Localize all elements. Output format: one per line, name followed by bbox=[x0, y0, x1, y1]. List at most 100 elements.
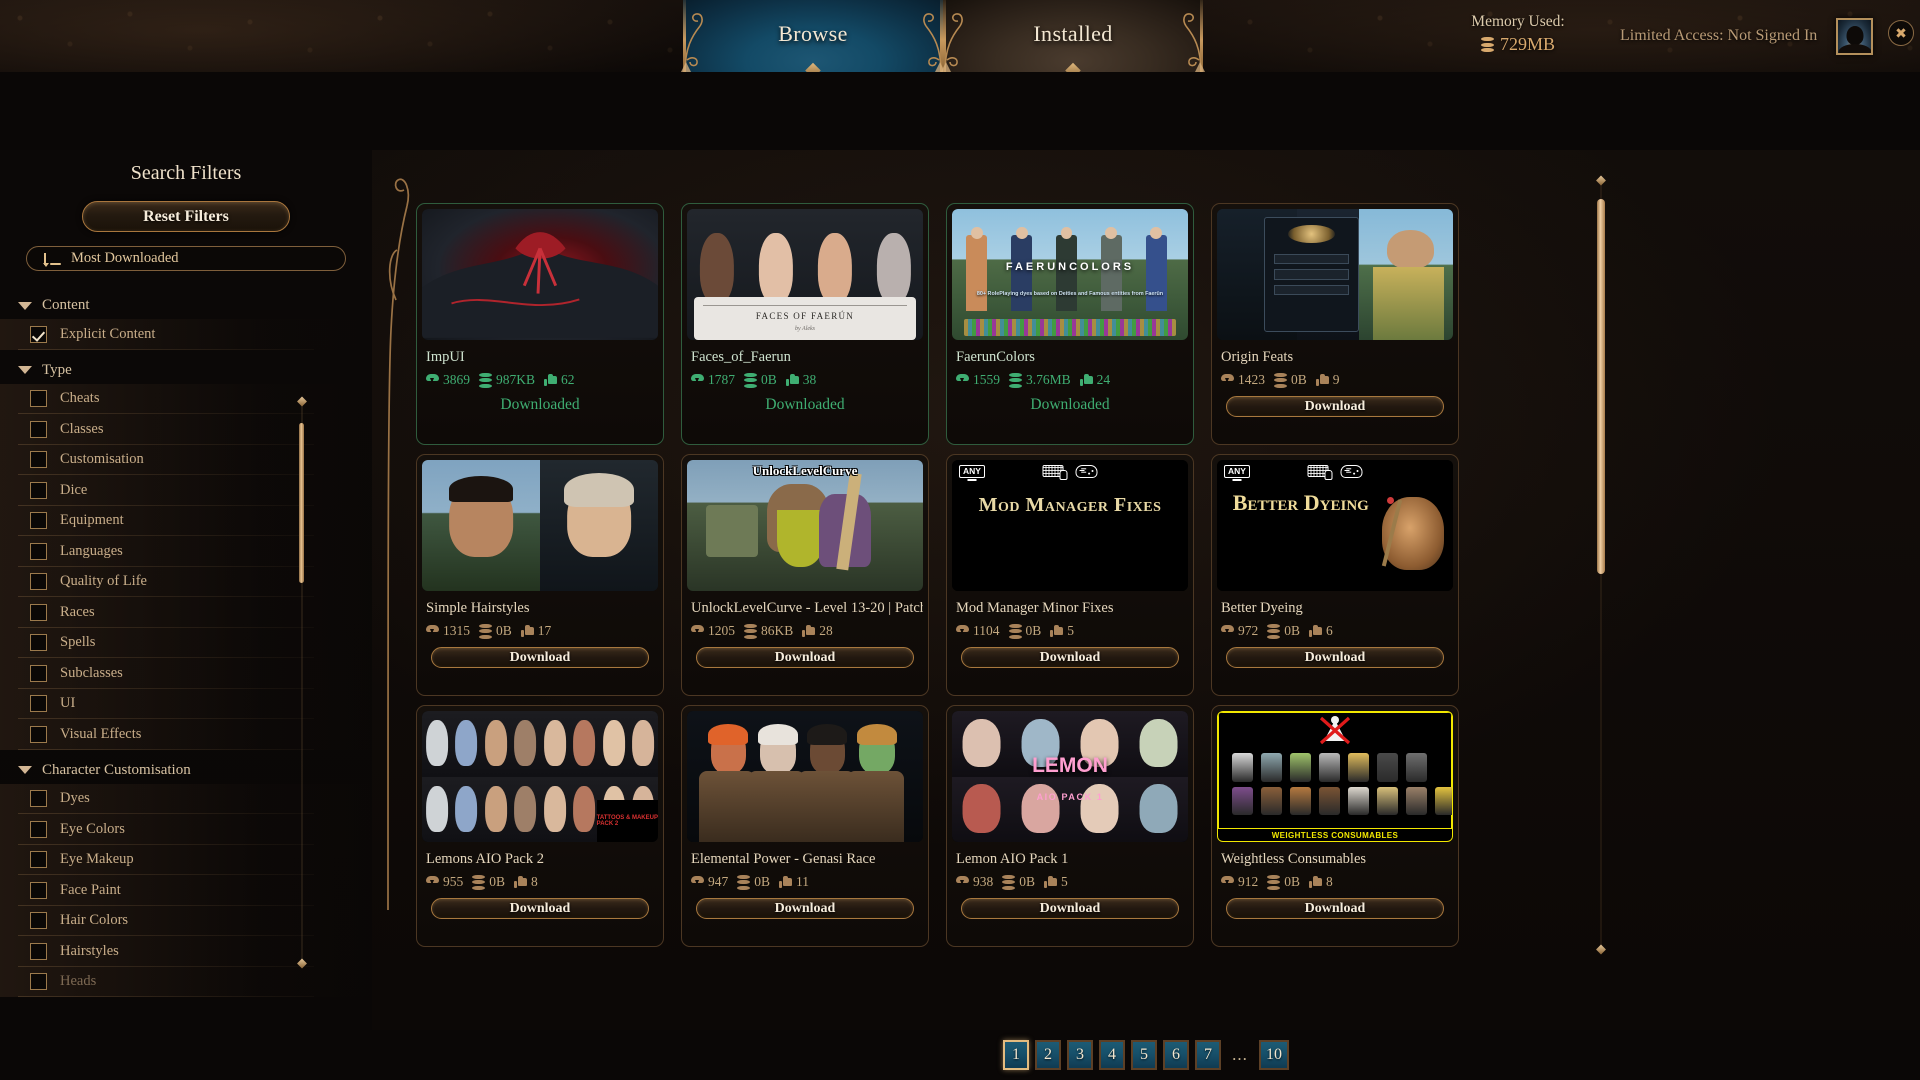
sort-dropdown[interactable]: Most Downloaded bbox=[26, 246, 346, 271]
filter-item-customisation[interactable]: Customisation bbox=[0, 444, 372, 475]
checkbox-icon[interactable] bbox=[30, 912, 47, 930]
download-button[interactable]: Download bbox=[961, 898, 1179, 919]
account-status[interactable]: Limited Access: Not Signed In bbox=[1620, 27, 1817, 45]
checkbox-icon[interactable] bbox=[30, 790, 47, 808]
checkbox-icon[interactable] bbox=[30, 451, 47, 469]
mod-card[interactable]: FACES OF FAERÚN by Aleks Faces_of_Faerun… bbox=[681, 203, 929, 445]
tab-installed-label: Installed bbox=[1033, 21, 1113, 46]
download-button[interactable]: Download bbox=[961, 647, 1179, 668]
mod-card[interactable]: UnlockLevelCurve UnlockLevelCurve - Leve… bbox=[681, 454, 929, 696]
filter-item-ui[interactable]: UI bbox=[0, 688, 372, 719]
mod-thumbnail: WEIGHTLESS CONSUMABLES bbox=[1217, 711, 1453, 842]
filter-item-dyes[interactable]: Dyes bbox=[0, 783, 372, 814]
checkbox-icon[interactable] bbox=[30, 634, 47, 652]
download-count-icon bbox=[426, 374, 439, 386]
mod-browser-panel: ImpUI 3869 987KB 62 Downloaded FACES OF … bbox=[372, 150, 1920, 1030]
mod-size: 3.76MB bbox=[1009, 372, 1071, 388]
checkbox-icon[interactable] bbox=[30, 942, 47, 960]
tab-installed[interactable]: Installed bbox=[941, 0, 1205, 72]
filter-item-hair-colors[interactable]: Hair Colors bbox=[0, 905, 372, 936]
filter-item-eye-makeup[interactable]: Eye Makeup bbox=[0, 844, 372, 875]
checkbox-icon[interactable] bbox=[30, 973, 47, 991]
mod-card[interactable]: TATTOOS & MAKEUP PACK 2 Lemons AIO Pack … bbox=[416, 705, 664, 947]
mod-downloads: 1787 bbox=[691, 372, 735, 388]
mod-card[interactable]: ImpUI 3869 987KB 62 Downloaded bbox=[416, 203, 664, 445]
checkbox-icon[interactable] bbox=[30, 603, 47, 621]
filter-item-quality-of-life[interactable]: Quality of Life bbox=[0, 566, 372, 597]
content-scrollbar[interactable] bbox=[1596, 175, 1606, 955]
sort-icon-small bbox=[42, 252, 61, 267]
filter-item-languages[interactable]: Languages bbox=[0, 536, 372, 567]
mod-card[interactable]: Mod Manager Fixes ANY Mod Manager Minor F… bbox=[946, 454, 1194, 696]
checkbox-icon[interactable] bbox=[30, 420, 47, 438]
page-button-5[interactable]: 5 bbox=[1131, 1040, 1157, 1070]
filter-item-face-paint[interactable]: Face Paint bbox=[0, 875, 372, 906]
filter-item-races[interactable]: Races bbox=[0, 597, 372, 628]
mod-title: Elemental Power - Genasi Race bbox=[691, 851, 876, 867]
filter-item-dice[interactable]: Dice bbox=[0, 475, 372, 506]
mod-card[interactable]: Elemental Power - Genasi Race 947 0B 11 … bbox=[681, 705, 929, 947]
download-button[interactable]: Download bbox=[1226, 898, 1444, 919]
page-button-7[interactable]: 7 bbox=[1195, 1040, 1221, 1070]
checkbox-icon[interactable] bbox=[30, 664, 47, 682]
filter-group-content[interactable]: Content bbox=[0, 285, 372, 319]
mod-card[interactable]: LEMON AIO PACK 1 Lemon AIO Pack 1 938 0B … bbox=[946, 705, 1194, 947]
filter-item-label: Languages bbox=[60, 542, 123, 559]
download-button[interactable]: Download bbox=[696, 647, 914, 668]
download-button[interactable]: Download bbox=[431, 647, 649, 668]
download-button[interactable]: Download bbox=[1226, 396, 1444, 417]
checkbox-icon[interactable] bbox=[30, 851, 47, 869]
mod-card[interactable]: Simple Hairstyles 1315 0B 17 Download bbox=[416, 454, 664, 696]
filter-item-classes[interactable]: Classes bbox=[0, 414, 372, 445]
mod-likes-value: 9 bbox=[1332, 372, 1340, 387]
page-button-1[interactable]: 1 bbox=[1003, 1040, 1029, 1070]
page-button-3[interactable]: 3 bbox=[1067, 1040, 1093, 1070]
tab-browse[interactable]: Browse bbox=[681, 0, 945, 72]
filter-group-type[interactable]: Type bbox=[0, 350, 372, 384]
page-button-6[interactable]: 6 bbox=[1163, 1040, 1189, 1070]
filter-group-character-customisation[interactable]: Character Customisation bbox=[0, 750, 372, 784]
content-scrollbar-thumb[interactable] bbox=[1597, 199, 1605, 574]
close-icon[interactable]: ✖ bbox=[1888, 20, 1914, 46]
filter-item-explicit-content[interactable]: Explicit Content bbox=[0, 319, 372, 350]
sidebar-scrollbar-thumb[interactable] bbox=[299, 423, 304, 583]
filter-item-eye-colors[interactable]: Eye Colors bbox=[0, 814, 372, 845]
mod-stats: 1787 0B 38 bbox=[691, 372, 923, 388]
filter-item-heads[interactable]: Heads bbox=[0, 966, 372, 997]
checkbox-icon[interactable] bbox=[30, 325, 47, 343]
page-button-2[interactable]: 2 bbox=[1035, 1040, 1061, 1070]
download-button[interactable]: Download bbox=[1226, 647, 1444, 668]
mod-card[interactable]: FAERUNCOLORS 80+ RolePlaying dyes based o… bbox=[946, 203, 1194, 445]
filter-item-subclasses[interactable]: Subclasses bbox=[0, 658, 372, 689]
sidebar-scrollbar[interactable] bbox=[296, 396, 307, 969]
page-button-last[interactable]: 10 bbox=[1259, 1040, 1289, 1070]
checkbox-icon[interactable] bbox=[30, 881, 47, 899]
filter-item-spells[interactable]: Spells bbox=[0, 627, 372, 658]
checkbox-icon[interactable] bbox=[30, 481, 47, 499]
checkbox-icon[interactable] bbox=[30, 695, 47, 713]
filter-item-visual-effects[interactable]: Visual Effects bbox=[0, 719, 372, 750]
filter-item-equipment[interactable]: Equipment bbox=[0, 505, 372, 536]
download-count-icon bbox=[691, 876, 704, 888]
filter-group-label: Type bbox=[42, 361, 72, 378]
content-scroll-up-marker[interactable] bbox=[1596, 175, 1606, 186]
mod-card[interactable]: WEIGHTLESS CONSUMABLES Weightless Consum… bbox=[1211, 705, 1459, 947]
page-button-4[interactable]: 4 bbox=[1099, 1040, 1125, 1070]
filter-item-hairstyles[interactable]: Hairstyles bbox=[0, 936, 372, 967]
reset-filters-button[interactable]: Reset Filters bbox=[82, 201, 290, 232]
checkbox-icon[interactable] bbox=[30, 573, 47, 591]
download-button[interactable]: Download bbox=[696, 898, 914, 919]
checkbox-icon[interactable] bbox=[30, 820, 47, 838]
checkbox-icon[interactable] bbox=[30, 512, 47, 530]
download-button[interactable]: Download bbox=[431, 898, 649, 919]
checkbox-icon[interactable] bbox=[30, 390, 47, 408]
filter-list[interactable]: Content Explicit Content Type Cheats Classes… bbox=[0, 285, 372, 1075]
checkbox-icon[interactable] bbox=[30, 542, 47, 560]
mod-size-value: 0B bbox=[1284, 623, 1301, 638]
avatar[interactable] bbox=[1836, 18, 1873, 55]
mod-card[interactable]: Origin Feats 1423 0B 9 Download bbox=[1211, 203, 1459, 445]
mod-card[interactable]: Better Dyeing ANY Better Dyeing 972 0B 6… bbox=[1211, 454, 1459, 696]
content-scroll-down-marker[interactable] bbox=[1596, 944, 1606, 955]
checkbox-icon[interactable] bbox=[30, 725, 47, 743]
filter-item-cheats[interactable]: Cheats bbox=[0, 383, 372, 414]
